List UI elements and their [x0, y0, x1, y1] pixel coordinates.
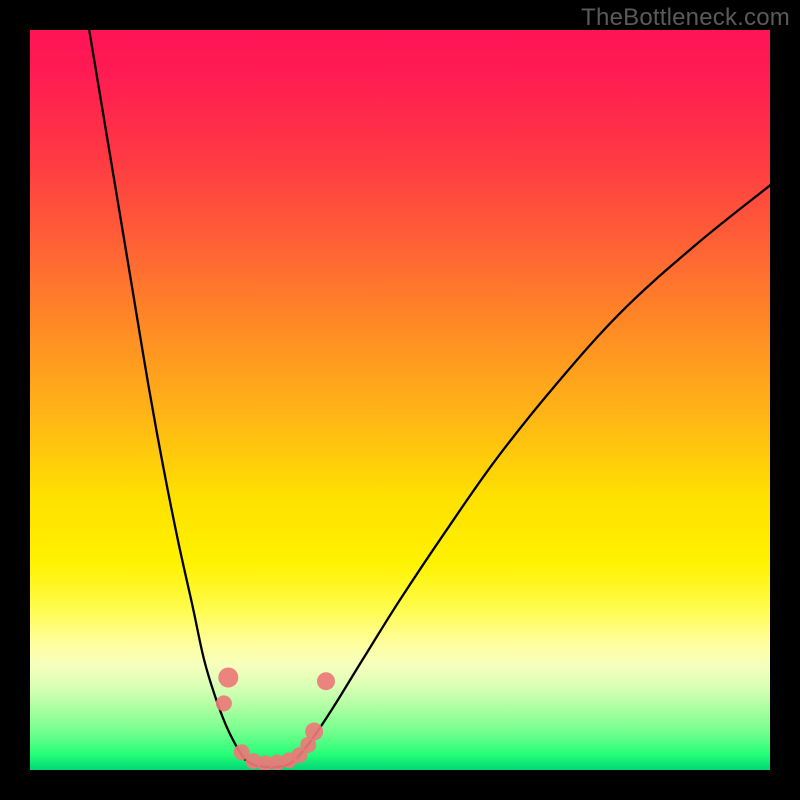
bottleneck-curve [89, 30, 770, 767]
marker-group [216, 668, 335, 771]
plot-area [30, 30, 770, 770]
data-marker [305, 723, 323, 741]
data-marker [218, 668, 238, 688]
curve-svg [30, 30, 770, 770]
chart-frame: TheBottleneck.com [0, 0, 800, 800]
data-marker [216, 695, 232, 711]
data-marker [317, 672, 335, 690]
watermark-text: TheBottleneck.com [581, 4, 790, 32]
